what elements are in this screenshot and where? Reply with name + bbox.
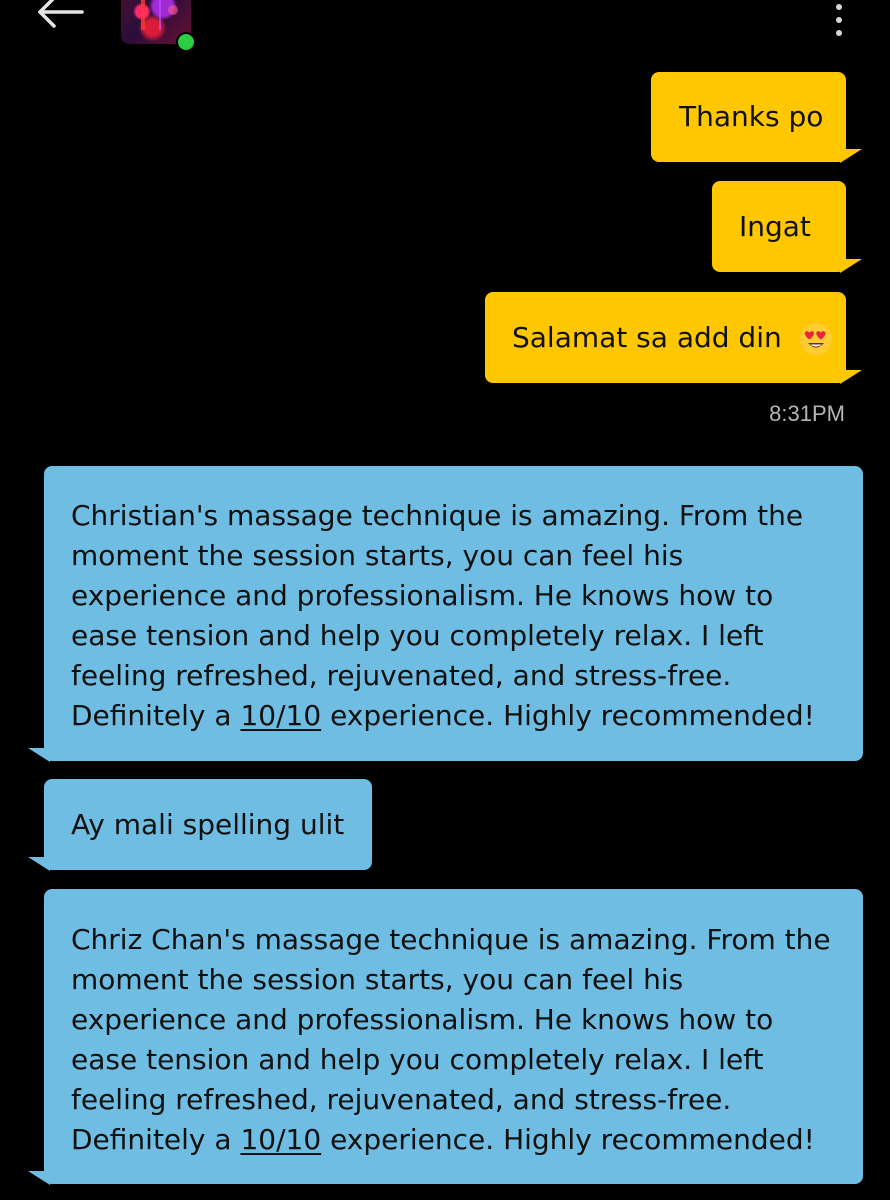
message-line: experience and professionalism. He knows… — [71, 1003, 774, 1036]
arrow-left-icon — [38, 0, 84, 28]
online-status-dot — [176, 32, 196, 52]
message-tail — [840, 149, 862, 163]
message-line: ease tension and help you completely rel… — [71, 619, 764, 652]
message-text: Salamat sa add din — [512, 321, 782, 354]
message-line: Chriz Chan's massage technique is amazin… — [71, 923, 831, 956]
message-line: Christian's massage technique is amazing… — [71, 499, 804, 532]
message-tail — [28, 748, 50, 762]
smiling-face-with-heart-eyes-icon — [799, 323, 832, 355]
rating-link[interactable]: 10/10 — [240, 699, 321, 732]
message-content: Salamat sa add din — [512, 318, 833, 358]
message-text: Ay mali spelling ulit — [71, 808, 345, 841]
incoming-message[interactable]: Christian's massage technique is amazing… — [44, 466, 863, 761]
message-tail — [840, 259, 862, 273]
message-timestamp: 8:31PM — [769, 401, 845, 426]
message-tail — [840, 370, 862, 384]
outgoing-message[interactable]: Salamat sa add din — [485, 292, 846, 383]
message-line: feeling refreshed, rejuvenated, and stre… — [71, 659, 732, 692]
message-line: feeling refreshed, rejuvenated, and stre… — [71, 1083, 732, 1116]
message-line: Definitely a 10/10 experience. Highly re… — [71, 696, 863, 736]
message-text: experience. Highly recommended! — [321, 1123, 815, 1156]
back-button[interactable] — [30, 0, 90, 36]
incoming-message[interactable]: Chriz Chan's massage technique is amazin… — [44, 889, 863, 1184]
message-line: experience and professionalism. He knows… — [71, 579, 774, 612]
message-tail — [28, 1171, 50, 1185]
message-text: Thanks po — [679, 100, 824, 133]
message-line: moment the session starts, you can feel … — [71, 963, 684, 996]
more-options-button[interactable] — [824, 0, 854, 36]
message-tail — [28, 857, 50, 871]
chat-header — [0, 0, 890, 52]
message-text: Definitely a — [71, 1123, 241, 1156]
message-line: Definitely a 10/10 experience. Highly re… — [71, 1120, 863, 1160]
message-line: moment the session starts, you can feel … — [71, 539, 684, 572]
message-text: Ingat — [739, 210, 811, 243]
outgoing-message[interactable]: Ingat — [712, 181, 846, 272]
message-text: Definitely a — [71, 699, 241, 732]
incoming-message[interactable]: Ay mali spelling ulit — [44, 779, 372, 870]
rating-link[interactable]: 10/10 — [240, 1123, 321, 1156]
message-text: experience. Highly recommended! — [321, 699, 815, 732]
message-line: ease tension and help you completely rel… — [71, 1043, 764, 1076]
outgoing-message[interactable]: Thanks po — [651, 72, 846, 162]
more-vertical-icon — [836, 4, 842, 10]
